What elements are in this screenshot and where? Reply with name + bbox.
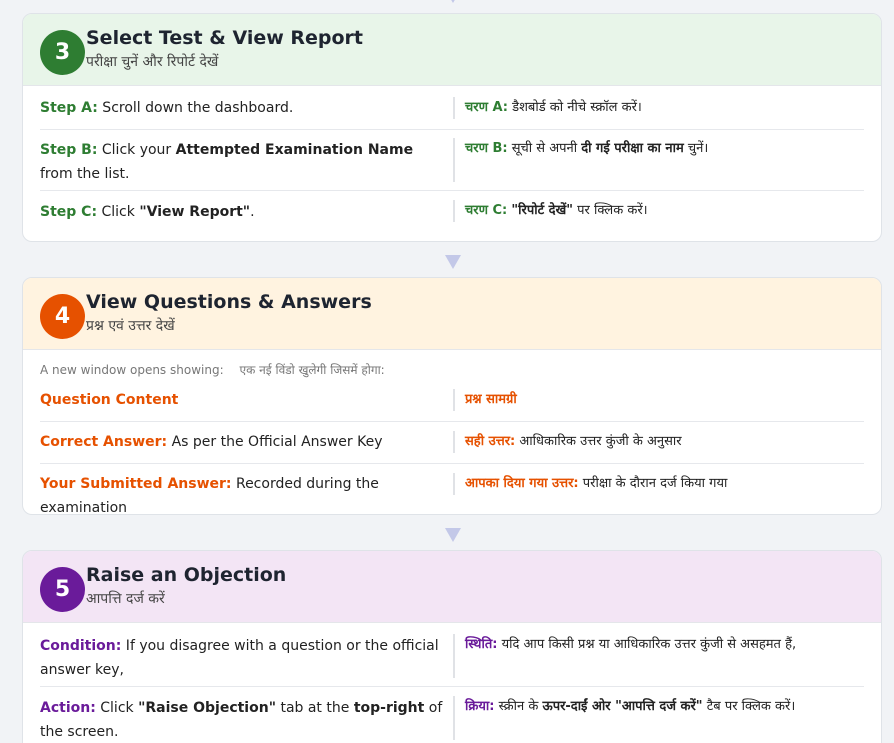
instruction-row: Your Submitted Answer: Recorded during t… [40,472,864,514]
instruction-row: Action: Click "Raise Objection" tab at t… [40,696,864,743]
instruction-english: Question Content [40,392,179,408]
step-title: Raise an Objection [86,564,287,586]
intro-text: A new window opens showing: एक नई विंडो … [40,361,385,378]
step-5-header: 5 Raise an Objection आपत्ति दर्ज करें [23,551,881,623]
instruction-hindi: प्रश्न सामग्री [453,389,864,411]
connector-arrow [445,255,461,269]
instruction-english: Step A: Scroll down the dashboard. [40,100,294,116]
instruction-row: Step B: Click your Attempted Examination… [40,138,864,191]
connector-arrow-top [447,0,459,3]
instruction-english: Action: Click "Raise Objection" tab at t… [40,700,443,740]
instruction-hindi: सही उत्तर: आधिकारिक उत्तर कुंजी के अनुसा… [453,431,864,453]
instruction-english: Condition: If you disagree with a questi… [40,638,439,678]
instruction-hindi: चरण C: "रिपोर्ट देखें" पर क्लिक करें। [453,200,864,222]
instruction-english: Correct Answer: As per the Official Answ… [40,434,383,450]
intro-hindi: एक नई विंडो खुलेगी जिसमें होगा: [239,363,385,377]
step-subtitle-hindi: परीक्षा चुनें और रिपोर्ट देखें [86,54,219,70]
instruction-english: Step C: Click "View Report". [40,204,255,220]
instruction-hindi: चरण A: डैशबोर्ड को नीचे स्क्रॉल करें। [453,97,864,119]
step-4-header: 4 View Questions & Answers प्रश्न एवं उत… [23,278,881,350]
instruction-english: Your Submitted Answer: Recorded during t… [40,476,379,515]
step-title: View Questions & Answers [86,291,372,313]
instruction-row: Condition: If you disagree with a questi… [40,634,864,687]
instruction-hindi: स्थिति: यदि आप किसी प्रश्न या आधिकारिक उ… [453,634,864,678]
instruction-row: Step C: Click "View Report". चरण C: "रिप… [40,200,864,230]
step-title: Select Test & View Report [86,27,364,49]
instruction-row: Correct Answer: As per the Official Answ… [40,430,864,464]
instruction-hindi: चरण B: सूची से अपनी दी गई परीक्षा का नाम… [453,138,864,182]
step-number-badge: 3 [40,30,85,75]
connector-arrow [445,528,461,542]
instruction-row: Question Content प्रश्न सामग्री [40,388,864,422]
step-subtitle-hindi: प्रश्न एवं उत्तर देखें [86,318,175,334]
instruction-hindi: आपका दिया गया उत्तर: परीक्षा के दौरान दर… [453,473,864,495]
step-subtitle-hindi: आपत्ति दर्ज करें [86,591,165,607]
instruction-english: Step B: Click your Attempted Examination… [40,142,414,182]
step-number-badge: 5 [40,567,85,612]
step-number-badge: 4 [40,294,85,339]
instruction-hindi: क्रिया: स्क्रीन के ऊपर-दाईं ओर "आपत्ति द… [453,696,864,740]
step-4-card: 4 View Questions & Answers प्रश्न एवं उत… [22,277,882,515]
step-3-card: 3 Select Test & View Report परीक्षा चुने… [22,13,882,242]
intro-english: A new window opens showing: [40,363,224,377]
instruction-row: Step A: Scroll down the dashboard. चरण A… [40,97,864,130]
step-5-card: 5 Raise an Objection आपत्ति दर्ज करें Co… [22,550,882,743]
step-3-header: 3 Select Test & View Report परीक्षा चुने… [23,14,881,86]
